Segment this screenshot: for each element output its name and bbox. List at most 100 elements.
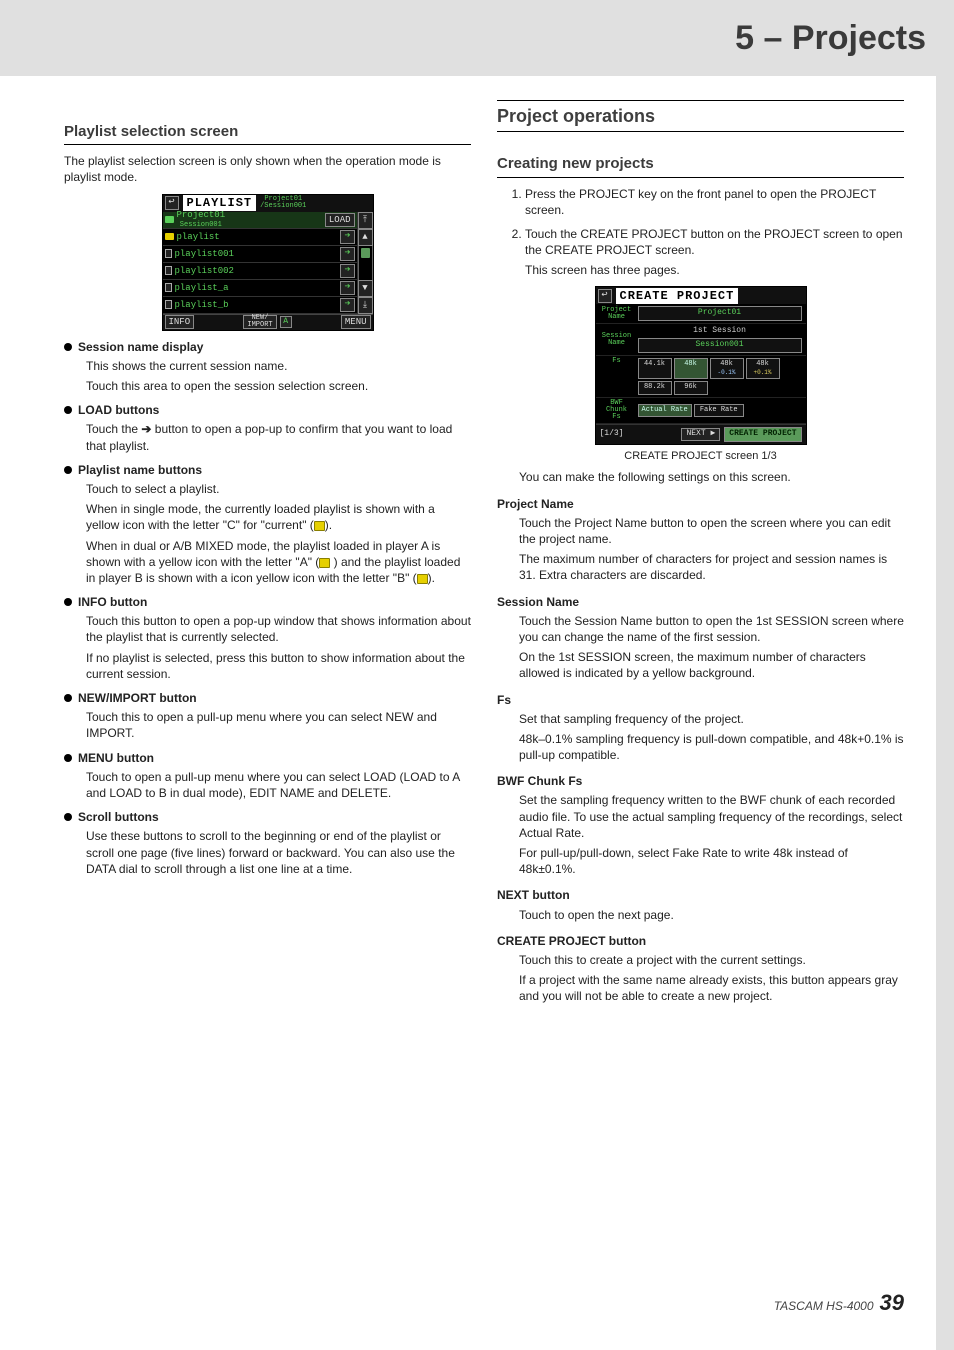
playlist-row[interactable]: playlist002 ➔ (163, 263, 357, 280)
b-chip-icon (417, 574, 428, 584)
bullet-info-button: INFO button Touch this button to open a … (64, 594, 471, 682)
scroll-thumb[interactable] (361, 248, 370, 258)
row-session: Session001 (177, 221, 226, 230)
project-name-row: Project Name Project01 (596, 304, 806, 324)
document-icon (165, 300, 172, 309)
page-footer: TASCAM HS-4000 39 (774, 1290, 904, 1316)
device-panel-playlist: ↩ PLAYLIST Project01 /Session001 Pr (162, 194, 374, 331)
playlist-row[interactable]: playlist_a ➔ (163, 280, 357, 297)
bullet-icon (64, 343, 72, 351)
content: Playlist selection screen The playlist s… (0, 76, 954, 1009)
step-1: Press the PROJECT key on the front panel… (525, 186, 904, 218)
figure-playlist-panel: ↩ PLAYLIST Project01 /Session001 Pr (64, 194, 471, 331)
after-figure-text: You can make the following settings on t… (519, 469, 904, 485)
subheading-creating-new-projects: Creating new projects (497, 154, 904, 177)
panel-header: ↩ CREATE PROJECT (596, 287, 806, 304)
right-column: Project operations Creating new projects… (497, 100, 904, 1009)
bullet-icon (64, 694, 72, 702)
label-session-name: Session Name (600, 333, 634, 347)
bullet-session-name-display: Session name display This shows the curr… (64, 339, 471, 395)
fs-row: Fs 44.1k 48k 48k-0.1% 48k+0.1% 88.2k 96k (596, 356, 806, 398)
panel-body: Project01 Session001 LOAD playlist ➔ pla… (163, 212, 373, 314)
bwf-option[interactable]: Fake Rate (694, 404, 744, 417)
playlist-row[interactable]: playlist001 ➔ (163, 246, 357, 263)
fs-option[interactable]: 44.1k (638, 358, 672, 380)
create-project-button[interactable]: CREATE PROJECT (724, 427, 801, 442)
scroll-down-button[interactable]: ▼ (358, 280, 373, 297)
session-name-field[interactable]: Session001 (638, 338, 802, 353)
load-button-desc: Touch the ➔ button to open a pop-up to c… (86, 421, 471, 453)
playlist-row[interactable]: playlist ➔ (163, 229, 357, 246)
load-arrow-button[interactable]: ➔ (340, 281, 354, 295)
device-panel-create-project: ↩ CREATE PROJECT Project Name Project01 … (595, 286, 807, 444)
bullet-icon (64, 813, 72, 821)
load-arrow-button[interactable]: ➔ (340, 247, 354, 261)
bullet-icon (64, 406, 72, 414)
session-row[interactable]: Project01 Session001 LOAD (163, 212, 357, 229)
term-bwf-chunk-fs: BWF Chunk Fs (497, 773, 904, 789)
panel-footer: INFO NEW/ IMPORT A MENU (163, 314, 373, 330)
page-title: 5 – Projects (735, 19, 926, 58)
bwf-option-selected[interactable]: Actual Rate (638, 404, 692, 417)
crumb-session: /Session001 (260, 203, 306, 210)
folder-icon (165, 233, 174, 240)
document-icon (165, 249, 172, 258)
bullet-playlist-name-buttons: Playlist name buttons Touch to select a … (64, 462, 471, 586)
bullet-load-buttons: LOAD buttons Touch the ➔ button to open … (64, 402, 471, 454)
footer-page-number: 39 (880, 1290, 904, 1316)
term-session-name: Session Name (497, 594, 904, 610)
side-shade (936, 76, 954, 1350)
panel-list: Project01 Session001 LOAD playlist ➔ pla… (163, 212, 357, 314)
fs-option[interactable]: 48k+0.1% (746, 358, 780, 380)
ab-indicator: A (280, 316, 292, 328)
load-arrow-button[interactable]: ➔ (340, 298, 354, 312)
load-arrow-button[interactable]: ➔ (340, 230, 354, 244)
panel-title: CREATE PROJECT (616, 288, 739, 304)
bullet-scroll-buttons: Scroll buttons Use these buttons to scro… (64, 809, 471, 877)
scrollbar: ⤒ ▲ ▼ ⤓ (357, 212, 373, 314)
term-project-name: Project Name (497, 496, 904, 512)
bullet-icon (64, 466, 72, 474)
figure-caption: CREATE PROJECT screen 1/3 (497, 449, 904, 464)
term-next-button: NEXT button (497, 887, 904, 903)
left-column: Playlist selection screen The playlist s… (64, 100, 471, 1009)
page-header: 5 – Projects (0, 0, 954, 76)
back-icon[interactable]: ↩ (598, 289, 612, 303)
menu-button[interactable]: MENU (341, 315, 371, 329)
new-import-button[interactable]: NEW/ IMPORT (243, 315, 276, 329)
term-create-project-button: CREATE PROJECT button (497, 933, 904, 949)
arrow-right-icon: ➔ (344, 264, 350, 278)
fs-option[interactable]: 88.2k (638, 381, 672, 394)
scroll-up-button[interactable]: ▲ (358, 229, 373, 246)
breadcrumb: Project01 /Session001 (260, 196, 306, 210)
load-button[interactable]: LOAD (325, 213, 355, 227)
steps-list: Press the PROJECT key on the front panel… (525, 186, 904, 279)
bullet-icon (64, 598, 72, 606)
fs-option[interactable]: 96k (674, 381, 708, 394)
fs-option-selected[interactable]: 48k (674, 358, 708, 380)
label-fs: Fs (600, 358, 634, 365)
load-arrow-button[interactable]: ➔ (340, 264, 354, 278)
panel-footer: [1/3] NEXT ▶ CREATE PROJECT (596, 424, 806, 444)
document-icon (165, 266, 172, 275)
scroll-track[interactable] (358, 246, 373, 280)
scroll-top-button[interactable]: ⤒ (358, 212, 373, 229)
document-icon (165, 283, 172, 292)
arrow-right-icon: ➔ (141, 422, 151, 436)
label-bwf: BWF Chunk Fs (600, 400, 634, 421)
arrow-right-icon: ➔ (344, 281, 350, 295)
subheading-playlist-selection: Playlist selection screen (64, 122, 471, 145)
playlist-row[interactable]: playlist_b ➔ (163, 297, 357, 314)
session-sublabel: 1st Session (638, 326, 802, 337)
bwf-row: BWF Chunk Fs Actual Rate Fake Rate (596, 398, 806, 424)
fs-option[interactable]: 48k-0.1% (710, 358, 744, 380)
info-button[interactable]: INFO (165, 315, 195, 329)
term-fs: Fs (497, 692, 904, 708)
project-name-field[interactable]: Project01 (638, 306, 802, 321)
next-button[interactable]: NEXT ▶ (681, 428, 720, 441)
bullet-icon (64, 754, 72, 762)
chevron-right-icon: ▶ (710, 429, 715, 438)
arrow-right-icon: ➔ (344, 247, 350, 261)
a-chip-icon (319, 558, 330, 568)
scroll-bottom-button[interactable]: ⤓ (358, 297, 373, 314)
